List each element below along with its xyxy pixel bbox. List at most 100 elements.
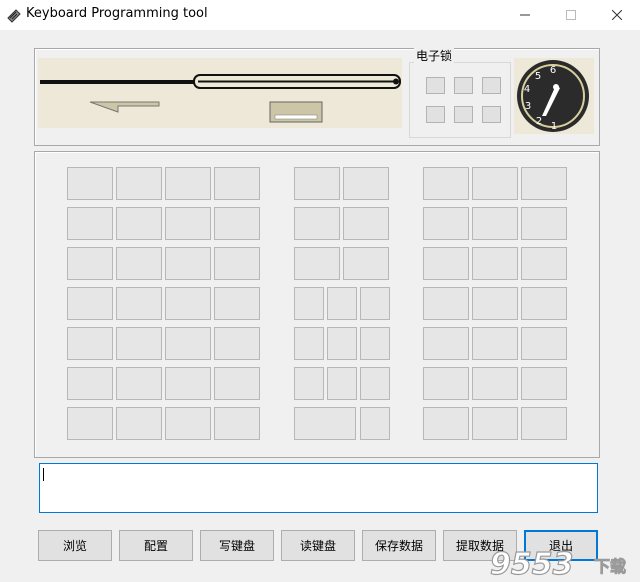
minimize-button[interactable] [502, 0, 548, 30]
key-left-r1-c3[interactable] [165, 167, 211, 200]
key-left-r5-c2[interactable] [116, 327, 162, 360]
key-switch-dial[interactable]: 6 5 4 3 2 1 [514, 58, 594, 134]
key-right-r6-c3[interactable] [521, 367, 567, 400]
key-left-r4-c2[interactable] [116, 287, 162, 320]
key-right-r6-c2[interactable] [472, 367, 518, 400]
lock-button-2[interactable] [454, 77, 473, 94]
write-keyboard-button[interactable]: 写键盘 [200, 530, 274, 561]
key-mid-r5-c3[interactable] [360, 327, 390, 360]
lock-button-1[interactable] [426, 77, 445, 94]
key-right-r2-c1[interactable] [423, 207, 469, 240]
key-mid-r4-c3[interactable] [360, 287, 390, 320]
key-mid-r1-c1[interactable] [294, 167, 340, 200]
key-left-r3-c3[interactable] [165, 247, 211, 280]
key-left-r3-c1[interactable] [67, 247, 113, 280]
key-right-r1-c2[interactable] [472, 167, 518, 200]
lock-button-5[interactable] [454, 106, 473, 123]
key-right-r5-c3[interactable] [521, 327, 567, 360]
key-left-r4-c1[interactable] [67, 287, 113, 320]
minimize-icon [520, 14, 530, 16]
read-keyboard-button[interactable]: 读键盘 [281, 530, 355, 561]
config-button[interactable]: 配置 [119, 530, 193, 561]
lock-button-3[interactable] [482, 77, 501, 94]
mechanism-drawing [40, 74, 401, 123]
key-left-r3-c4[interactable] [214, 247, 260, 280]
key-left-r1-c2[interactable] [116, 167, 162, 200]
key-right-r4-c2[interactable] [472, 287, 518, 320]
key-mid-r5-c1[interactable] [294, 327, 324, 360]
lock-dial-panel: 6 5 4 3 2 1 [514, 58, 594, 134]
key-right-r1-c3[interactable] [521, 167, 567, 200]
key-mid-r7-c2[interactable] [360, 407, 390, 440]
watermark-number: 9553 [490, 547, 574, 580]
dial-number-6: 6 [550, 65, 556, 76]
keyboard-tool-icon [7, 9, 21, 23]
key-right-r7-c2[interactable] [472, 407, 518, 440]
key-mid-r6-c1[interactable] [294, 367, 324, 400]
dial-number-2: 2 [536, 116, 542, 127]
key-right-r5-c1[interactable] [423, 327, 469, 360]
maximize-button[interactable] [548, 0, 594, 30]
key-left-r4-c4[interactable] [214, 287, 260, 320]
key-left-r5-c4[interactable] [214, 327, 260, 360]
key-left-r5-c1[interactable] [67, 327, 113, 360]
lock-button-4[interactable] [426, 106, 445, 123]
key-left-r1-c4[interactable] [214, 167, 260, 200]
key-mid-r2-c1[interactable] [294, 207, 340, 240]
key-left-r7-c2[interactable] [116, 407, 162, 440]
key-mid-r4-c1[interactable] [294, 287, 324, 320]
key-right-r5-c2[interactable] [472, 327, 518, 360]
key-left-r6-c4[interactable] [214, 367, 260, 400]
key-left-r2-c2[interactable] [116, 207, 162, 240]
electronic-lock-label: 电子锁 [414, 47, 455, 64]
text-caret [43, 468, 44, 481]
key-left-r6-c2[interactable] [116, 367, 162, 400]
keyboard-mechanism-graphic [38, 58, 402, 128]
key-left-r6-c3[interactable] [165, 367, 211, 400]
key-left-r1-c1[interactable] [67, 167, 113, 200]
key-right-r3-c1[interactable] [423, 247, 469, 280]
key-left-r2-c3[interactable] [165, 207, 211, 240]
lock-button-6[interactable] [482, 106, 501, 123]
key-left-r3-c2[interactable] [116, 247, 162, 280]
title-bar: Keyboard Programming tool [0, 0, 640, 30]
key-mid-r1-c2[interactable] [343, 167, 389, 200]
key-mid-r4-c2[interactable] [327, 287, 357, 320]
key-mid-r3-c1[interactable] [294, 247, 340, 280]
key-left-r5-c3[interactable] [165, 327, 211, 360]
close-button[interactable] [594, 0, 640, 30]
key-left-r7-c4[interactable] [214, 407, 260, 440]
key-left-r7-c3[interactable] [165, 407, 211, 440]
dial-number-1: 1 [551, 121, 557, 132]
save-data-button[interactable]: 保存数据 [362, 530, 436, 561]
key-right-r3-c3[interactable] [521, 247, 567, 280]
key-left-r2-c4[interactable] [214, 207, 260, 240]
key-left-r2-c1[interactable] [67, 207, 113, 240]
key-right-r2-c3[interactable] [521, 207, 567, 240]
dial-number-3: 3 [525, 101, 531, 112]
close-icon [612, 10, 622, 20]
key-right-r4-c1[interactable] [423, 287, 469, 320]
browse-button[interactable]: 浏览 [38, 530, 112, 561]
key-right-r4-c3[interactable] [521, 287, 567, 320]
key-mid-r2-c2[interactable] [343, 207, 389, 240]
watermark-label: 下载 [594, 557, 626, 576]
key-left-r4-c3[interactable] [165, 287, 211, 320]
key-right-r3-c2[interactable] [472, 247, 518, 280]
key-mid-r3-c2[interactable] [343, 247, 389, 280]
key-right-r7-c3[interactable] [521, 407, 567, 440]
key-mid-r6-c2[interactable] [327, 367, 357, 400]
window-title: Keyboard Programming tool [26, 6, 208, 21]
key-mid-r5-c2[interactable] [327, 327, 357, 360]
key-right-r1-c1[interactable] [423, 167, 469, 200]
key-mid-r6-c3[interactable] [360, 367, 390, 400]
key-right-r6-c1[interactable] [423, 367, 469, 400]
key-mid-r7-c1[interactable] [294, 407, 356, 440]
key-right-r7-c1[interactable] [423, 407, 469, 440]
key-left-r7-c1[interactable] [67, 407, 113, 440]
dial-number-5: 5 [535, 71, 541, 82]
key-right-r2-c2[interactable] [472, 207, 518, 240]
key-left-r6-c1[interactable] [67, 367, 113, 400]
electronic-lock-group [409, 62, 511, 138]
output-text-area[interactable] [39, 463, 598, 513]
